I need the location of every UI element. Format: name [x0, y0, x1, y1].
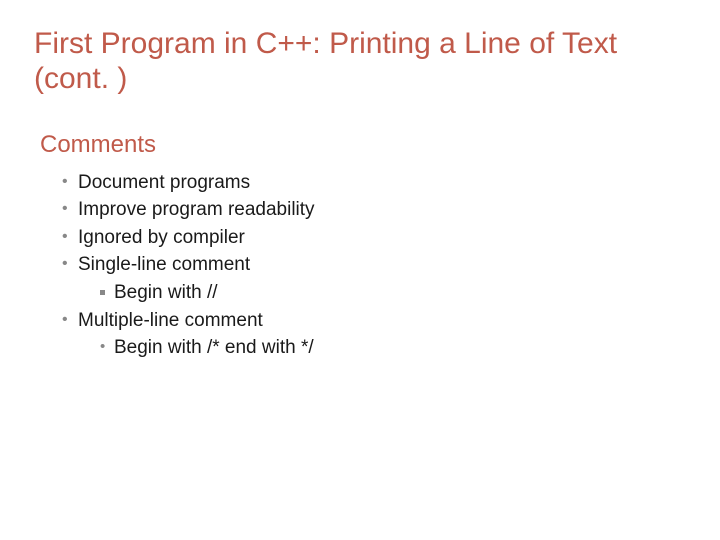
list-item: Multiple-line comment Begin with /* end … — [62, 307, 686, 362]
list-item: Improve program readability — [62, 196, 686, 224]
sub-list: Begin with /* end with */ — [78, 334, 686, 362]
slide-title: First Program in C++: Printing a Line of… — [34, 26, 686, 97]
list-item: Single-line comment Begin with // — [62, 251, 686, 306]
bullet-list: Document programs Improve program readab… — [34, 169, 686, 362]
sub-list: Begin with // — [78, 279, 686, 307]
list-item: Begin with // — [100, 279, 686, 307]
slide: First Program in C++: Printing a Line of… — [0, 0, 720, 540]
list-item: Document programs — [62, 169, 686, 197]
list-item-label: Single-line comment — [78, 254, 250, 275]
list-item-label: Multiple-line comment — [78, 310, 263, 331]
section-heading: Comments — [40, 131, 686, 159]
list-item: Ignored by compiler — [62, 224, 686, 252]
list-item: Begin with /* end with */ — [100, 334, 686, 362]
